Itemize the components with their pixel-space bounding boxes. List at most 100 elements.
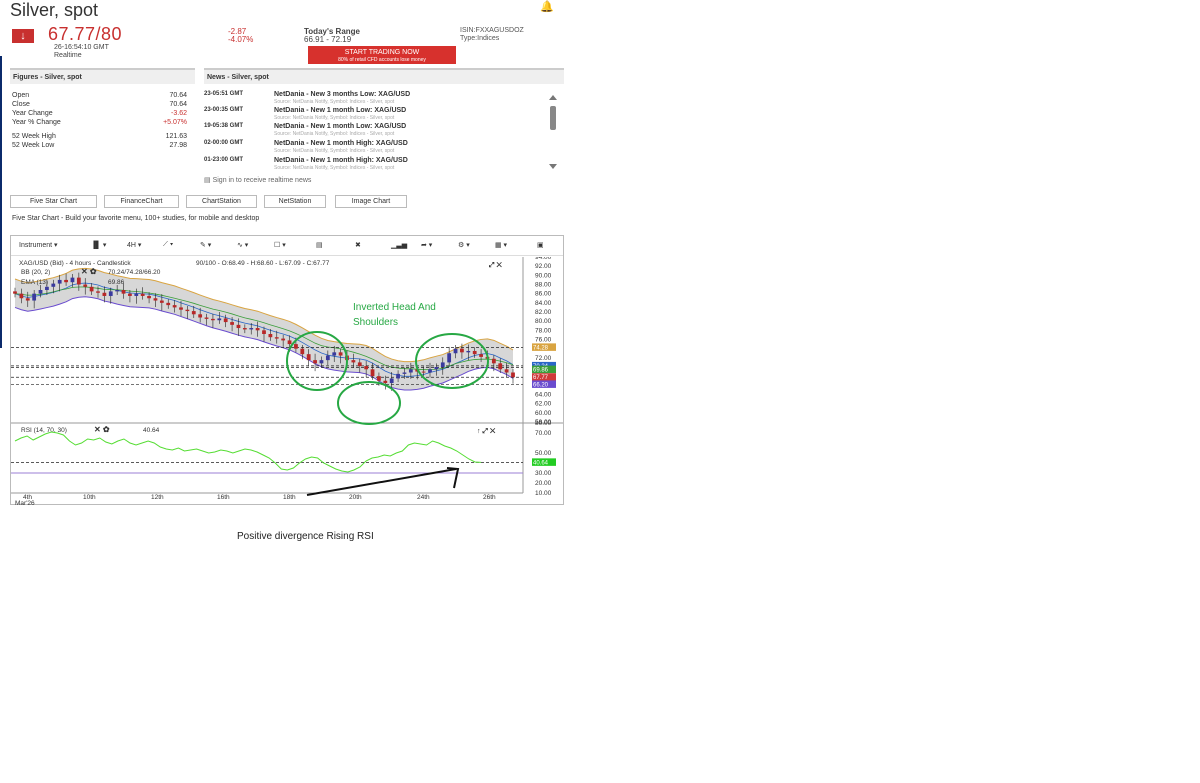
signin-link[interactable]: ▤ Sign in to receive realtime news bbox=[204, 176, 311, 184]
news-item[interactable]: 23-05:51 GMT NetDania - New 3 months Low… bbox=[204, 91, 544, 108]
candle-body bbox=[364, 366, 369, 370]
candle-body bbox=[447, 353, 452, 363]
figure-label: Year Change bbox=[12, 110, 53, 117]
candle-body bbox=[370, 369, 375, 377]
rsi-axis-tick: 70.00 bbox=[535, 430, 552, 437]
divergence-caption: Positive divergence Rising RSI bbox=[237, 531, 374, 542]
scroll-up-icon[interactable] bbox=[549, 95, 557, 100]
candle-body bbox=[262, 330, 266, 334]
instrument-dropdown[interactable]: Instrument ▾ bbox=[19, 241, 58, 249]
volume-bars-icon[interactable]: ▁▃▅ bbox=[391, 241, 407, 249]
candle-body bbox=[377, 376, 381, 381]
price-chart[interactable]: 94.00 92.00 90.00 88.00 86.00 84.00 82.00 80.00… bbox=[11, 257, 563, 505]
draw-line-icon[interactable]: ⟋ ▾ bbox=[163, 241, 173, 249]
rsi-legend: RSI (14, 70, 30) bbox=[21, 427, 67, 434]
time-axis-tick: 12th bbox=[151, 494, 164, 501]
candle-body bbox=[147, 295, 151, 299]
candle-body bbox=[19, 293, 24, 299]
layout-icon[interactable]: ▤ bbox=[316, 241, 323, 249]
candle-body bbox=[434, 367, 439, 370]
scroll-thumb[interactable] bbox=[550, 106, 556, 130]
news-item[interactable]: 19-05:38 GMT NetDania - New 1 month Low:… bbox=[204, 123, 544, 140]
figure-label: 52 Week High bbox=[12, 133, 56, 140]
scroll-down-icon[interactable] bbox=[549, 164, 557, 169]
candle-body bbox=[45, 286, 49, 290]
news-headline[interactable]: NetDania - New 1 month Low: XAG/USD bbox=[274, 107, 406, 114]
candle-body bbox=[64, 279, 68, 283]
price-quote: 67.77/80 bbox=[48, 24, 123, 44]
candle-body bbox=[274, 337, 279, 339]
template-icon[interactable]: ☐ ▾ bbox=[274, 241, 286, 249]
candle-body bbox=[51, 283, 56, 287]
price-axis-tick: 92.00 bbox=[535, 263, 552, 270]
price-tag-label: 74.28 bbox=[533, 345, 549, 351]
ohlc-legend: 90/100 - O:68.49 - H:68.60 - L:67.09 - C… bbox=[196, 260, 330, 267]
head-circle bbox=[337, 381, 401, 425]
news-item[interactable]: 01-23:00 GMT NetDania - New 1 month High… bbox=[204, 157, 544, 174]
symbol-legend: XAG/USD (Bid) - 4 hours - Candlestick bbox=[19, 260, 131, 267]
candle-body bbox=[242, 328, 247, 330]
window-icon[interactable]: ▣ bbox=[537, 241, 544, 249]
candle-body bbox=[25, 298, 30, 301]
candle-body bbox=[389, 378, 394, 384]
candle-body bbox=[319, 360, 324, 364]
candle-body bbox=[204, 317, 209, 319]
candle-body bbox=[38, 290, 43, 294]
tab-image-chart[interactable]: Image Chart bbox=[335, 195, 407, 208]
tab-five-star-chart[interactable]: Five Star Chart bbox=[10, 195, 97, 208]
news-item[interactable]: 23-00:35 GMT NetDania - New 1 month Low:… bbox=[204, 107, 544, 124]
bell-icon[interactable]: 🔔 bbox=[540, 0, 554, 13]
range-value: 66.91 - 72.19 bbox=[304, 35, 352, 44]
candle-body bbox=[179, 307, 183, 310]
signin-label[interactable]: Sign in to receive realtime news bbox=[213, 177, 312, 184]
candle-body bbox=[332, 352, 337, 356]
tab-net-station[interactable]: NetStation bbox=[264, 195, 326, 208]
candle-body bbox=[153, 298, 158, 301]
candle-body bbox=[249, 328, 254, 330]
news-scrollbar[interactable] bbox=[548, 94, 558, 174]
news-headline[interactable]: NetDania - New 1 month High: XAG/USD bbox=[274, 157, 408, 164]
news-item[interactable]: 02-00:00 GMT NetDania - New 1 month High… bbox=[204, 140, 544, 157]
studies-icon[interactable]: ∿ ▾ bbox=[237, 241, 248, 249]
news-headline[interactable]: NetDania - New 1 month Low: XAG/USD bbox=[274, 123, 406, 130]
tab-chart-station[interactable]: ChartStation bbox=[186, 195, 257, 208]
figure-value: 27.98 bbox=[169, 142, 187, 149]
time-axis-tick: 20th bbox=[349, 494, 362, 501]
fullscreen-icon[interactable]: ✖ bbox=[355, 241, 361, 249]
tab-finance-chart[interactable]: FinanceChart bbox=[104, 195, 179, 208]
news-heading: News - Silver, spot bbox=[204, 68, 564, 84]
rsi-axis-tick: 80.00 bbox=[535, 420, 552, 427]
news-source: Source: NetDania Notify, Symbol: Indices… bbox=[274, 165, 395, 171]
news-headline[interactable]: NetDania - New 1 month High: XAG/USD bbox=[274, 140, 408, 147]
left-edge-strip bbox=[0, 56, 2, 348]
rsi-value: 40.64 bbox=[143, 427, 160, 434]
price-axis-tick: 94.00 bbox=[535, 257, 552, 261]
share-icon[interactable]: ➦ ▾ bbox=[421, 241, 432, 249]
candle-body bbox=[453, 348, 458, 354]
isin-label: ISIN:FXXAGUSDOZ bbox=[460, 27, 524, 34]
candle-body bbox=[313, 360, 317, 364]
candle-body bbox=[198, 314, 203, 318]
interval-dropdown[interactable]: 4H ▾ bbox=[127, 241, 141, 249]
pencil-icon[interactable]: ✎ ▾ bbox=[200, 241, 211, 249]
time-axis-tick: 16th bbox=[217, 494, 230, 501]
candle-body bbox=[325, 355, 330, 361]
realtime-label: Realtime bbox=[54, 52, 82, 59]
candle-body bbox=[57, 279, 62, 284]
candle-body bbox=[268, 334, 273, 338]
figure-value: +5.07% bbox=[163, 119, 187, 126]
candle-body bbox=[472, 350, 477, 355]
pane-controls-icon: ⤢ ✕ bbox=[489, 261, 503, 269]
candle-body bbox=[294, 344, 298, 349]
start-trading-button[interactable]: START TRADING NOW 80% of retail CFD acco… bbox=[308, 46, 456, 64]
figure-value: 121.63 bbox=[165, 133, 187, 140]
rsi-axis-tick: 30.00 bbox=[535, 470, 552, 477]
figure-value: -3.62 bbox=[171, 110, 187, 117]
settings-icon[interactable]: ⚙ ▾ bbox=[458, 241, 470, 249]
language-flag-icon[interactable]: ▦ ▾ bbox=[495, 241, 507, 249]
candle-body bbox=[338, 352, 343, 356]
news-time: 02-00:00 GMT bbox=[204, 140, 244, 146]
news-headline[interactable]: NetDania - New 3 months Low: XAG/USD bbox=[274, 91, 410, 98]
chart-type-icon[interactable]: ▐▌ ▾ bbox=[91, 241, 106, 249]
time-axis-tick: 26th bbox=[483, 494, 496, 501]
